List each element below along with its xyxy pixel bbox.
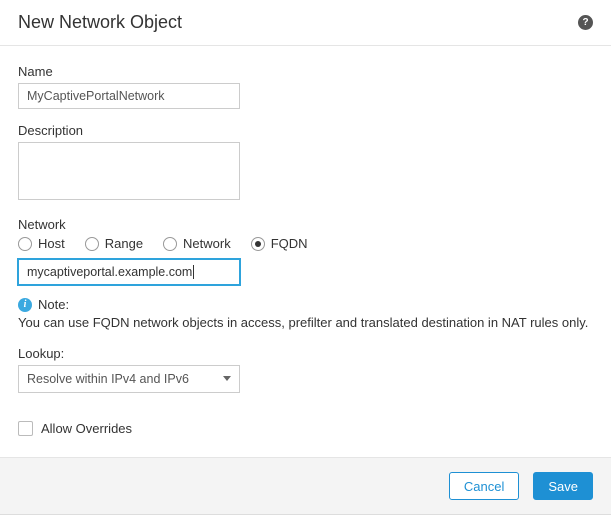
allow-overrides-label: Allow Overrides [41,421,132,436]
help-icon[interactable]: ? [578,15,593,30]
radio-icon [163,237,177,251]
cancel-button[interactable]: Cancel [449,472,519,500]
network-label: Network [18,217,593,232]
network-group: Network Host Range Network FQDN [18,217,593,285]
dialog-body: Name Description Network Host Range N [0,46,611,457]
radio-icon [85,237,99,251]
network-value-text: mycaptiveportal.example.com [27,265,194,280]
note-label: Note: [38,297,69,312]
lookup-selected-value: Resolve within IPv4 and IPv6 [27,372,189,386]
lookup-label: Lookup: [18,346,593,361]
dialog-header: New Network Object ? [0,0,611,46]
radio-network[interactable]: Network [163,236,231,251]
new-network-object-dialog: New Network Object ? Name Description Ne… [0,0,611,515]
description-group: Description [18,123,593,203]
network-value-input[interactable]: mycaptiveportal.example.com [18,259,240,285]
note-row: i Note: [18,297,593,312]
description-label: Description [18,123,593,138]
radio-range-label: Range [105,236,143,251]
radio-icon [251,237,265,251]
radio-host-label: Host [38,236,65,251]
note-text: You can use FQDN network objects in acce… [18,314,593,332]
dialog-title: New Network Object [18,12,182,33]
name-group: Name [18,64,593,109]
radio-fqdn-label: FQDN [271,236,308,251]
radio-icon [18,237,32,251]
chevron-down-icon [223,376,231,381]
lookup-group: Lookup: Resolve within IPv4 and IPv6 [18,346,593,393]
name-label: Name [18,64,593,79]
info-icon: i [18,298,32,312]
description-textarea[interactable] [18,142,240,200]
radio-host[interactable]: Host [18,236,65,251]
radio-range[interactable]: Range [85,236,143,251]
checkbox-icon [18,421,33,436]
dialog-footer: Cancel Save [0,457,611,514]
name-input[interactable] [18,83,240,109]
allow-overrides-checkbox[interactable]: Allow Overrides [18,421,132,436]
lookup-select[interactable]: Resolve within IPv4 and IPv6 [18,365,240,393]
network-type-radiogroup: Host Range Network FQDN [18,236,593,251]
save-button[interactable]: Save [533,472,593,500]
radio-fqdn[interactable]: FQDN [251,236,308,251]
radio-network-label: Network [183,236,231,251]
